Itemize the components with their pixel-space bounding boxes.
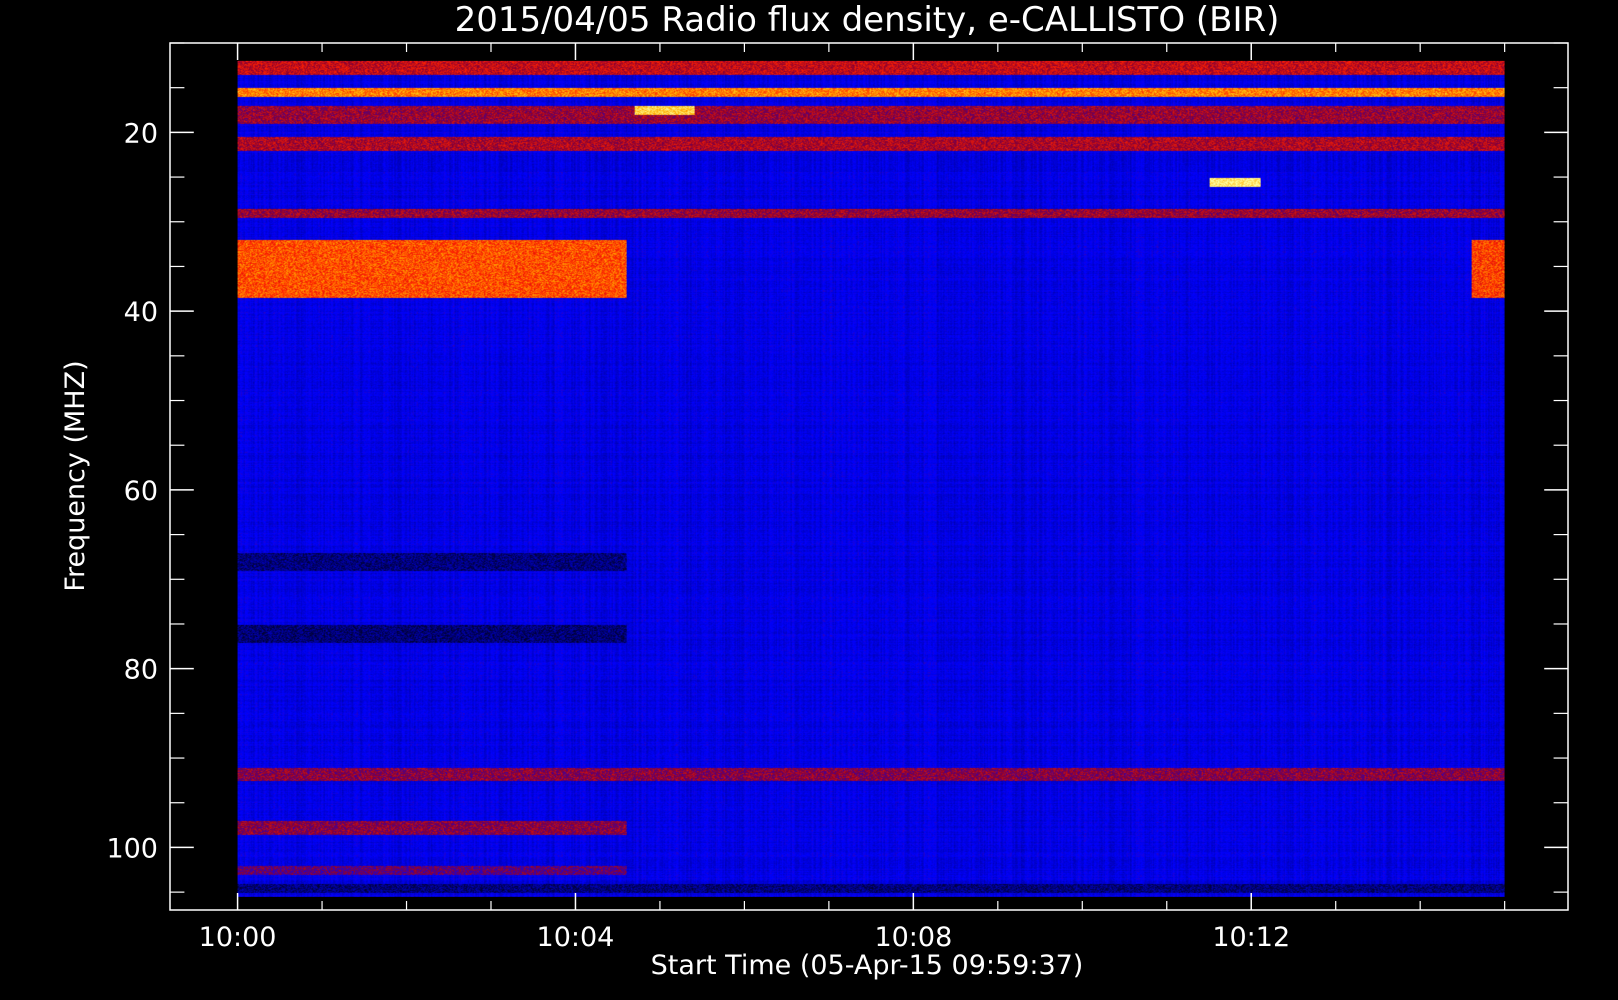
y-tick-label: 100 [106,833,158,864]
chart-title: 2015/04/05 Radio flux density, e-CALLIST… [455,0,1280,40]
x-tick-label: 10:08 [874,922,952,953]
y-tick-label: 40 [124,297,158,328]
x-tick-label: 10:00 [199,922,277,953]
x-tick-label: 10:04 [537,922,615,953]
x-tick-label: 10:12 [1212,922,1290,953]
spectrogram-figure: 2015/04/05 Radio flux density, e-CALLIST… [60,0,1569,981]
y-tick-label: 80 [124,655,158,686]
y-axis-label: Frequency (MHZ) [60,360,91,591]
heatmap-image [237,60,1505,897]
x-axis-label: Start Time (05-Apr-15 09:59:37) [651,950,1084,981]
y-tick-label: 20 [124,118,158,149]
y-tick-label: 60 [124,476,158,507]
heatmap-area [237,60,1505,897]
